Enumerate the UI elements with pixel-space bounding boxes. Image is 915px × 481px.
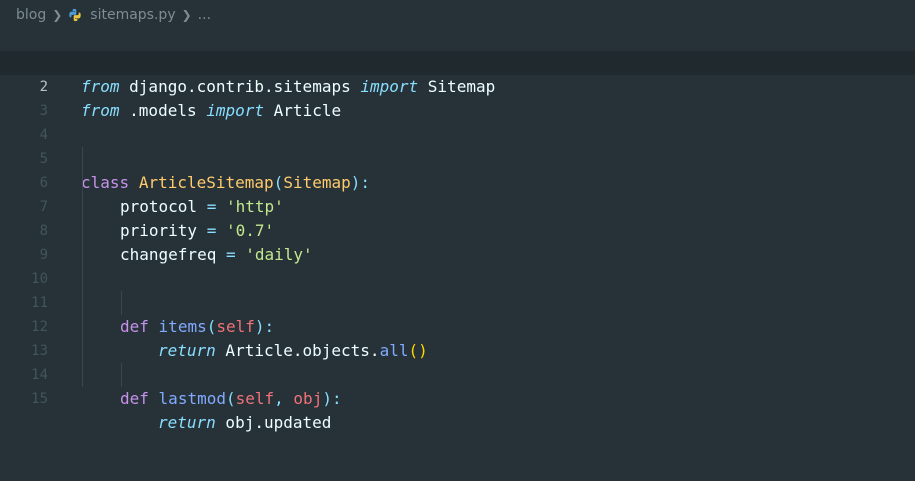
code-line[interactable]: 9: [0, 219, 915, 263]
code-line[interactable]: 12 return Article.objects.all(): [0, 291, 915, 360]
indent-guide: [121, 291, 122, 315]
code-line[interactable]: 13: [0, 315, 915, 359]
breadcrumb: blog ❯ sitemaps.py ❯ ...: [16, 5, 211, 25]
code-line-active[interactable]: 2 from .models import Article: [0, 51, 915, 120]
breadcrumb-folder[interactable]: blog: [16, 7, 46, 23]
code-line[interactable]: 1 from django.contrib.sitemaps import Si…: [0, 27, 915, 96]
line-text: return obj.updated: [158, 411, 331, 435]
code-line[interactable]: 5 class ArticleSitemap(Sitemap):: [0, 123, 915, 192]
paren: ):: [322, 389, 342, 408]
code-line[interactable]: 14 def lastmod(self, obj):: [0, 339, 915, 408]
comma: ,: [274, 389, 294, 408]
keyword: def: [120, 389, 149, 408]
code-line[interactable]: 15 return obj.updated: [0, 363, 915, 432]
paren: (: [225, 389, 236, 408]
code-line[interactable]: 8 changefreq = 'daily': [0, 195, 915, 264]
code-editor[interactable]: blog ❯ sitemaps.py ❯ ... 1 from django.c…: [0, 0, 915, 481]
parameter: obj: [293, 389, 323, 408]
line-text: def lastmod(self, obj):: [120, 387, 342, 411]
indent-guide: [121, 363, 122, 387]
chevron-right-icon: ❯: [181, 8, 192, 22]
parameter: self: [235, 389, 275, 408]
code-line[interactable]: 7 priority = '0.7': [0, 171, 915, 240]
code-line[interactable]: 6 protocol = 'http': [0, 147, 915, 216]
code-line[interactable]: 4: [0, 99, 915, 143]
keyword: return: [158, 413, 216, 432]
python-file-icon: [69, 8, 81, 22]
code-area[interactable]: 1 from django.contrib.sitemaps import Si…: [0, 27, 915, 432]
function-name: lastmod: [158, 389, 226, 408]
chevron-right-icon: ❯: [52, 8, 63, 22]
breadcrumb-file[interactable]: sitemaps.py: [90, 7, 175, 23]
breadcrumb-more[interactable]: ...: [198, 7, 211, 23]
indent-guide: [82, 147, 83, 387]
code-line[interactable]: 3: [0, 75, 915, 119]
code-line[interactable]: 11 def items(self):: [0, 267, 915, 336]
line-number: 15: [31, 391, 48, 407]
expression: obj.updated: [215, 413, 332, 432]
code-line[interactable]: 10: [0, 243, 915, 287]
